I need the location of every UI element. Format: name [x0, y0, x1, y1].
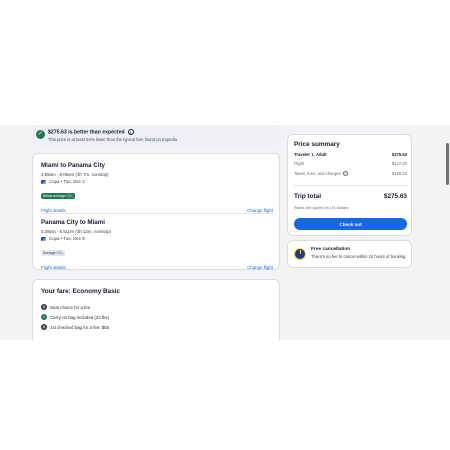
price-summary-title: Price summary: [294, 141, 340, 148]
dollar-icon: $: [41, 324, 47, 330]
trip-total-row: Trip total $275.63: [294, 193, 407, 200]
airline-logo-icon: [41, 179, 46, 184]
flights-card: Miami to Panama City 4:59am - 8:06am (3h…: [32, 153, 280, 270]
flight-links: Flight details Change flight: [41, 265, 273, 270]
dollar-icon: $: [41, 304, 47, 310]
fare-feature: ✓ Carry-on bag included (22 lbs): [41, 314, 110, 320]
currency-note: Rates are quoted in US dollars: [294, 205, 349, 210]
flight-leg-outbound: Miami to Panama City 4:59am - 8:06am (3h…: [41, 162, 273, 213]
price-alert-headline: $275.63 is better than expected: [48, 129, 125, 136]
flight-price-row: Flight $147.00: [294, 161, 407, 166]
emissions-badge: Average CO₂: [41, 250, 65, 256]
fare-features: $ Seat choice for a fee ✓ Carry-on bag inc…: [41, 302, 109, 332]
flight-leg-return: Panama City to Miami 3:39pm - 6:51pm (3h…: [41, 219, 273, 270]
flight-details-link[interactable]: Flight details: [41, 265, 66, 270]
price-alert-banner: ✓ $275.63 is better than expected i This …: [32, 126, 280, 146]
change-flight-link[interactable]: Change flight: [247, 265, 273, 270]
flight-carrier-row: Copa • Tue, Dec 2: [41, 179, 273, 184]
flight-carrier: Copa • Tue, Dec 2: [49, 179, 85, 184]
cancellation-description: There's no fee to cancel within 24 hours…: [311, 254, 407, 259]
fare-feature: $1st checked bag for a fee: $55: [41, 324, 110, 330]
fare-feature: $ Seat choice for a fee: [41, 304, 91, 310]
fare-card: Your fare: Economy Basic $ Seat choice fo…: [32, 279, 280, 341]
price-summary-card: Price summary Traveler 1: Adult $275.63 …: [287, 134, 412, 236]
taxes-row: Taxes, fees, and charges i $128.63: [294, 171, 407, 177]
thumbs-up-icon: ✓: [36, 130, 45, 139]
check-icon: ✓: [41, 314, 47, 320]
airline-logo-icon: [41, 236, 46, 241]
emissions-badge: Below average CO₂: [41, 193, 75, 199]
summary-divider: [294, 185, 407, 186]
leg-divider: [41, 213, 273, 214]
flight-carrier: Copa • Tue, Dec 9: [49, 236, 85, 241]
info-icon[interactable]: i: [127, 129, 134, 135]
flight-carrier-row: Copa • Tue, Dec 9: [41, 236, 273, 241]
check-out-button[interactable]: Check out: [294, 218, 407, 230]
flight-route: Panama City to Miami: [41, 219, 105, 226]
flight-times: 4:59am - 8:06am (3h 7m, nonstop): [41, 172, 109, 177]
page-scrollbar[interactable]: [446, 143, 449, 185]
clock-icon: [294, 248, 306, 260]
fare-title: Your fare: Economy Basic: [41, 288, 121, 295]
traveler-row: Traveler 1: Adult $275.63: [294, 152, 407, 157]
cancellation-title: Free cancellation: [311, 247, 351, 252]
flight-route: Miami to Panama City: [41, 162, 105, 169]
checkout-page: ✓ $275.63 is better than expected i This …: [0, 0, 450, 450]
info-icon[interactable]: i: [342, 171, 348, 177]
flight-times: 3:39pm - 6:51pm (3h 12m, nonstop): [41, 229, 112, 234]
free-cancellation-card: Free cancellation There's no fee to canc…: [287, 240, 412, 268]
price-alert-subtext: This price is at least 54% lower than th…: [48, 137, 178, 142]
